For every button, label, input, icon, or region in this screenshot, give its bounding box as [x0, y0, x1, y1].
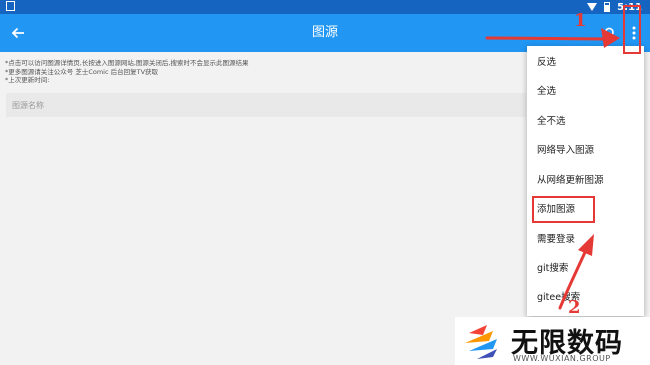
menu-item-update-from-network[interactable]: 从网络更新图源: [527, 166, 644, 195]
note-line: *点击可以访问图源详情页,长按进入图源网站,图源关闭后,搜索时不会显示此图源结果: [5, 59, 249, 67]
annotation-number-1: 1: [574, 10, 587, 31]
annotation-box-more-button: [623, 5, 641, 54]
overflow-menu: 反选 全选 全不选 网络导入图源 从网络更新图源 添加图源 需要登录 git搜索…: [527, 46, 644, 316]
wifi-icon: [587, 3, 598, 11]
menu-item-import-from-network[interactable]: 网络导入图源: [527, 136, 644, 165]
notification-icon: [6, 1, 15, 11]
search-button[interactable]: [598, 21, 622, 45]
menu-item-git-search[interactable]: git搜索: [527, 254, 644, 283]
search-icon: [604, 27, 617, 40]
menu-item-select-none[interactable]: 全不选: [527, 107, 644, 136]
annotation-box-add-source: [532, 196, 595, 223]
source-name-search-input[interactable]: [6, 93, 526, 117]
menu-item-select-all[interactable]: 全选: [527, 77, 644, 106]
menu-item-login-required[interactable]: 需要登录: [527, 225, 644, 254]
watermark-url: WWW.WUXIAN.GROUP: [513, 354, 611, 363]
watermark: 无限数码 WWW.WUXIAN.GROUP: [455, 317, 650, 365]
info-notes: *点击可以访问图源详情页,长按进入图源网站,图源关闭后,搜索时不会显示此图源结果…: [5, 59, 325, 85]
note-line: *上次更新时间:: [5, 76, 50, 84]
status-bar: 5:11: [0, 0, 650, 14]
menu-item-gitee-search[interactable]: gitee搜索: [527, 283, 644, 312]
note-line: *更多图源请关注公众号 芝士Comic 后台回复TV获取: [5, 67, 159, 76]
battery-icon: [604, 2, 611, 12]
annotation-number-2: 2: [568, 297, 581, 318]
brand-logo-icon: [465, 325, 497, 359]
